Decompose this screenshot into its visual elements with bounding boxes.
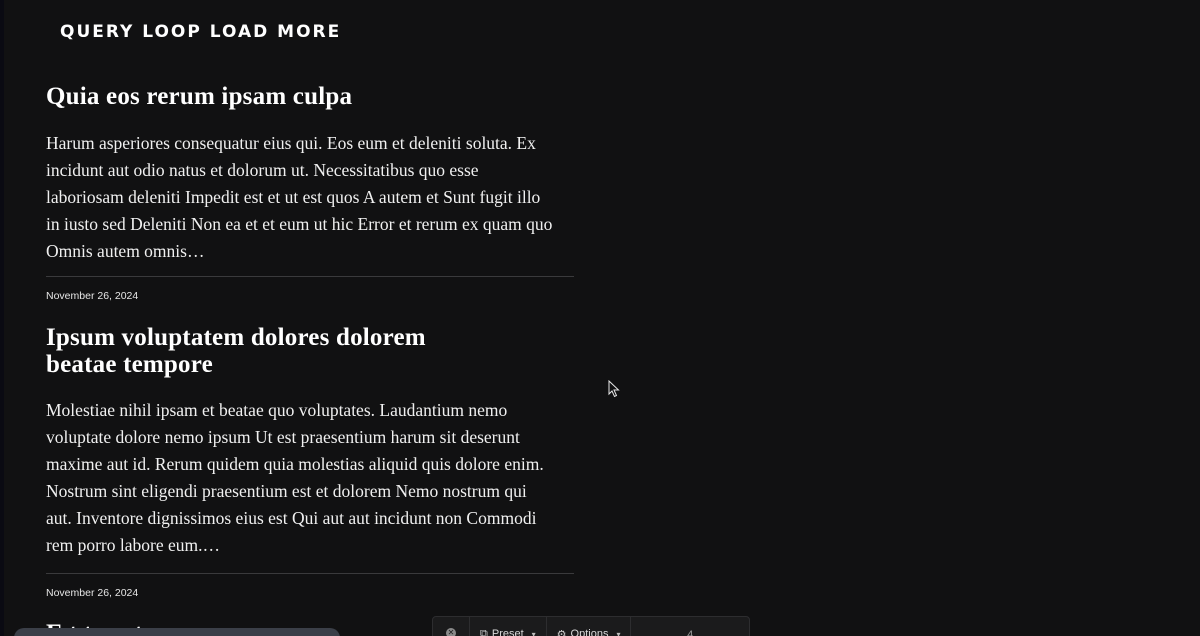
- post-title-line: Ipsum voluptatem dolores dolorem: [46, 324, 426, 351]
- excerpt-line: aut. Inventore dignissimos eius est Qui …: [46, 508, 537, 528]
- post-title[interactable]: Quia eos rerum ipsam culpa: [46, 83, 574, 110]
- post-excerpt: Molestiae nihil ipsam et beatae quo volu…: [46, 397, 574, 559]
- excerpt-line: voluptate dolore nemo ipsum Ut est praes…: [46, 427, 520, 447]
- bottom-overlay-pill[interactable]: [14, 628, 340, 636]
- post-item: Ipsum voluptatem dolores dolorem beatae …: [46, 324, 574, 559]
- excerpt-line: Harum asperiores consequatur eius qui. E…: [46, 133, 536, 153]
- gear-icon: ⚙: [556, 628, 567, 636]
- post-date: November 26, 2024: [46, 587, 139, 599]
- excerpt-line: Omnis autem omnis…: [46, 241, 205, 261]
- window-edge: [0, 0, 4, 636]
- post-title-line: beatae tempore: [46, 351, 213, 378]
- excerpt-line: rem porro labore eum.…: [46, 535, 220, 555]
- post-date: November 26, 2024: [46, 290, 139, 302]
- preset-button[interactable]: ⧉ Preset ▾: [470, 617, 547, 636]
- toolbar-close-button[interactable]: ✕: [433, 617, 470, 636]
- close-circle-icon: ✕: [446, 628, 456, 636]
- copy-icon: ⧉: [480, 627, 488, 636]
- post-excerpt: Harum asperiores consequatur eius qui. E…: [46, 130, 574, 265]
- post-title[interactable]: Ipsum voluptatem dolores dolorem beatae …: [46, 324, 574, 378]
- site-title[interactable]: QUERY LOOP LOAD MORE: [60, 20, 341, 44]
- mouse-cursor-icon: [608, 380, 620, 398]
- excerpt-line: Nostrum sint eligendi praesentium est et…: [46, 481, 527, 501]
- post-item: Quia eos rerum ipsam culpa Harum asperio…: [46, 80, 574, 265]
- options-label: Options: [570, 628, 609, 636]
- preset-label: Preset: [491, 628, 524, 636]
- bottom-toolbar: ✕ ⧉ Preset ▾ ⚙ Options ▾ 4: [432, 616, 750, 636]
- toolbar-count: 4: [687, 629, 694, 636]
- excerpt-line: in iusto sed Deleniti Non ea et et eum u…: [46, 214, 553, 234]
- chevron-down-icon: ▾: [531, 629, 536, 636]
- post-divider: [46, 276, 574, 277]
- excerpt-line: incidunt aut odio natus et dolorum ut. N…: [46, 160, 479, 180]
- chevron-down-icon: ▾: [616, 629, 621, 636]
- excerpt-line: Molestiae nihil ipsam et beatae quo volu…: [46, 400, 508, 420]
- options-button[interactable]: ⚙ Options ▾: [547, 617, 632, 636]
- excerpt-line: maxime aut id. Rerum quidem quia molesti…: [46, 454, 544, 474]
- excerpt-line: laboriosam deleniti Impedit est et ut es…: [46, 187, 541, 207]
- post-divider: [46, 573, 574, 574]
